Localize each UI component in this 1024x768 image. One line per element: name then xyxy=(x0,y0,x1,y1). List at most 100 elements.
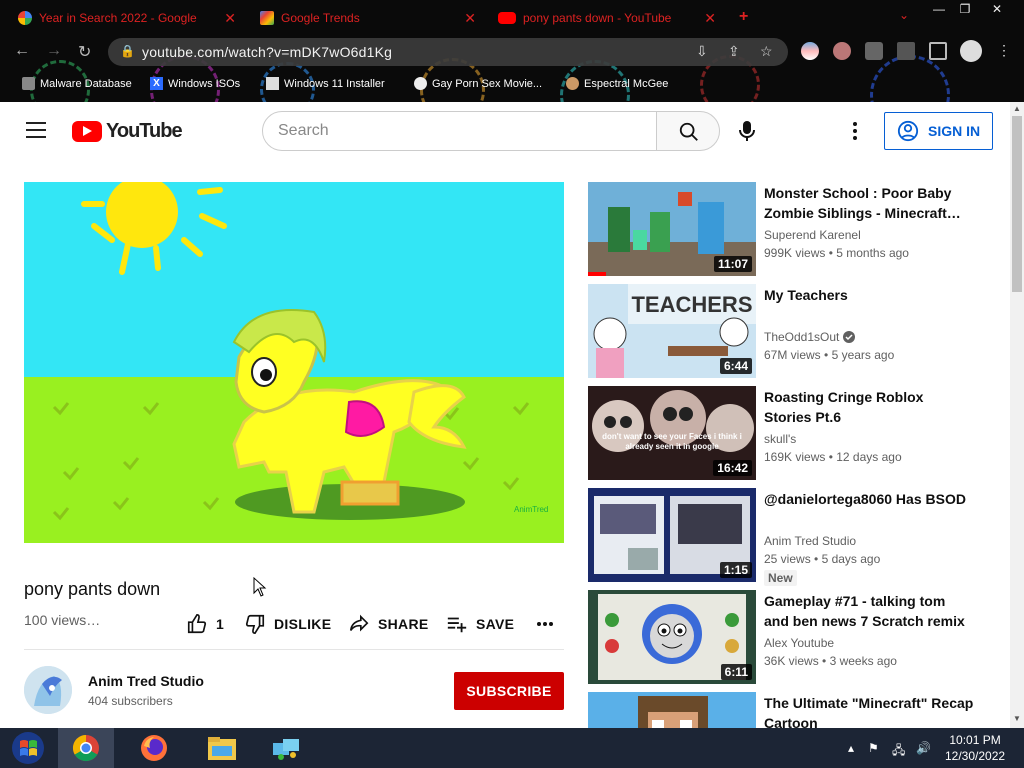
close-tab-icon[interactable]: ✕ xyxy=(464,10,476,27)
scroll-down-icon[interactable]: ▼ xyxy=(1013,714,1021,723)
channel-label: Anim Tred Studio xyxy=(764,534,857,548)
x-icon: X xyxy=(150,77,163,90)
page-scrollbar[interactable]: ▲ ▼ xyxy=(1010,102,1024,728)
subscribe-button[interactable]: SUBSCRIBE xyxy=(454,672,564,710)
video-thumbnail[interactable] xyxy=(588,692,756,728)
recommended-title[interactable]: @danielortega8060 Has BSOD xyxy=(764,489,974,509)
search-input[interactable] xyxy=(278,122,638,140)
clock-date: 12/30/2022 xyxy=(945,749,1006,763)
search-button[interactable] xyxy=(656,111,720,151)
side-panel-icon[interactable] xyxy=(929,42,947,60)
dislike-button[interactable]: DISLIKE xyxy=(244,613,331,635)
scrollbar-thumb[interactable] xyxy=(1012,116,1022,292)
recommended-channel[interactable]: Anim Tred Studio xyxy=(764,534,856,548)
bookmark-espectral-mcgee[interactable]: Espectral McGee xyxy=(566,77,668,90)
browser-menu-icon[interactable]: ⋮ xyxy=(997,42,1011,59)
recommended-video[interactable]: 1:15 @danielortega8060 Has BSOD Anim Tre… xyxy=(588,488,988,586)
taskbar-file-explorer[interactable] xyxy=(194,728,250,768)
save-button[interactable]: SAVE xyxy=(446,613,514,635)
recommended-title[interactable]: Roasting Cringe Roblox Stories Pt.6 xyxy=(764,387,974,427)
more-actions-button[interactable] xyxy=(536,617,554,631)
like-button[interactable]: 1 xyxy=(186,613,224,635)
voice-search-button[interactable] xyxy=(737,120,757,147)
watch-page: AnimTred pony pants down 100 views… 1 DI… xyxy=(0,160,1010,728)
video-player[interactable]: AnimTred xyxy=(24,182,564,543)
channel-avatar[interactable] xyxy=(24,666,72,714)
start-button[interactable] xyxy=(0,728,56,768)
view-count[interactable]: 100 views… xyxy=(24,612,100,628)
flag-icon[interactable]: ⚑ xyxy=(868,741,879,755)
tab-google-trends[interactable]: Google Trends ✕ xyxy=(242,6,490,30)
close-window-button[interactable]: ✕ xyxy=(980,0,1014,18)
share-arrow-icon xyxy=(349,614,369,632)
video-thumbnail[interactable]: 6:11 xyxy=(588,590,756,684)
face-icon xyxy=(566,77,579,90)
sign-in-button[interactable]: SIGN IN xyxy=(884,112,993,150)
close-tab-icon[interactable]: ✕ xyxy=(224,10,236,27)
recommended-channel[interactable]: skull's xyxy=(764,432,796,446)
dislike-label: DISLIKE xyxy=(274,616,332,632)
video-thumbnail[interactable]: TEACHERS 6:44 xyxy=(588,284,756,378)
extension-icon[interactable] xyxy=(801,42,819,60)
bookmark-windows-11-installer[interactable]: Windows 11 Installer xyxy=(266,77,385,90)
video-duration: 6:11 xyxy=(720,664,752,680)
share-icon[interactable]: ⇪ xyxy=(728,43,740,60)
screen: Year in Search 2022 - Google ✕ Google Tr… xyxy=(0,0,1024,768)
share-label: SHARE xyxy=(378,616,429,632)
lock-icon[interactable]: 🔒 xyxy=(120,44,135,58)
recommended-channel[interactable]: Alex Youtube xyxy=(764,636,834,650)
back-icon[interactable]: ← xyxy=(14,42,30,60)
firefox-icon xyxy=(141,735,167,761)
video-thumbnail[interactable]: 11:07 xyxy=(588,182,756,276)
recommended-title[interactable]: The Ultimate "Minecraft" Recap Cartoon xyxy=(764,693,974,728)
tab-search-icon[interactable]: ⌄ xyxy=(899,8,909,22)
tab-year-in-search[interactable]: Year in Search 2022 - Google ✕ xyxy=(0,6,246,30)
close-tab-icon[interactable]: ✕ xyxy=(704,10,716,27)
bookmark-malware-database[interactable]: Malware Database xyxy=(22,77,132,90)
share-button[interactable]: SHARE xyxy=(348,613,429,635)
tab-pony-pants-down[interactable]: pony pants down - YouTube ✕ xyxy=(480,6,726,30)
video-thumbnail[interactable]: 1:15 xyxy=(588,488,756,582)
search-box xyxy=(262,111,657,151)
volume-icon[interactable]: 🔊 xyxy=(916,741,931,755)
recommended-title[interactable]: My Teachers xyxy=(764,285,974,305)
youtube-logo[interactable]: YouTube xyxy=(72,120,183,143)
recommended-video[interactable]: 6:11 Gameplay #71 - talking tom and ben … xyxy=(588,590,988,684)
video-thumbnail[interactable]: don't want to see your Faces i think i a… xyxy=(588,386,756,480)
bookmark-site[interactable]: Gay Porn Sex Movie... xyxy=(414,77,542,90)
scroll-up-icon[interactable]: ▲ xyxy=(1013,104,1021,113)
recommended-video[interactable]: 11:07 Monster School : Poor Baby Zombie … xyxy=(588,182,988,276)
profile-avatar[interactable] xyxy=(960,40,982,62)
reload-icon[interactable]: ↻ xyxy=(78,42,91,62)
bookmark-windows-isos[interactable]: X Windows ISOs xyxy=(150,77,240,90)
install-app-icon[interactable]: ⇩ xyxy=(696,43,708,60)
recommended-views: 25 views xyxy=(764,552,811,566)
recommended-video[interactable]: don't want to see your Faces i think i a… xyxy=(588,386,988,480)
taskbar-chrome[interactable] xyxy=(58,728,114,768)
restore-button[interactable]: ❐ xyxy=(948,0,982,18)
puzzle-icon[interactable] xyxy=(865,42,883,60)
network-icon[interactable]: 🖧 xyxy=(892,741,905,762)
recommended-channel[interactable]: TheOdd1sOut xyxy=(764,330,856,344)
recommended-channel[interactable]: Superend Karenel xyxy=(764,228,861,242)
recommended-video[interactable]: The Ultimate "Minecraft" Recap Cartoon xyxy=(588,692,988,728)
forward-icon[interactable]: → xyxy=(46,42,62,60)
windows-taskbar: ▴ ⚑ 🖧 🔊 10:01 PM 12/30/2022 xyxy=(0,728,1024,768)
bookmark-star-icon[interactable]: ☆ xyxy=(760,43,773,60)
extension-icon[interactable] xyxy=(833,42,851,60)
media-icon[interactable] xyxy=(897,42,915,60)
recommended-video[interactable]: TEACHERS 6:44 My Teachers TheOdd1sOut 67… xyxy=(588,284,988,378)
taskbar-firefox[interactable] xyxy=(126,728,182,768)
recommended-age: 5 days ago xyxy=(821,552,881,566)
taskbar-network-app[interactable] xyxy=(258,728,314,768)
recommended-title[interactable]: Monster School : Poor Baby Zombie Siblin… xyxy=(764,183,974,223)
settings-menu-icon[interactable] xyxy=(851,121,859,146)
recommended-title[interactable]: Gameplay #71 - talking tom and ben news … xyxy=(764,591,974,631)
address-bar[interactable]: 🔒 youtube.com/watch?v=mDK7wO6d1Kg ⇩ ⇪ ☆ xyxy=(108,38,788,66)
channel-name[interactable]: Anim Tred Studio xyxy=(88,673,204,689)
menu-icon[interactable] xyxy=(26,122,46,138)
url-text[interactable]: youtube.com/watch?v=mDK7wO6d1Kg xyxy=(142,44,392,60)
show-hidden-icons[interactable]: ▴ xyxy=(848,741,854,755)
system-clock[interactable]: 10:01 PM 12/30/2022 xyxy=(945,732,1005,764)
new-tab-button[interactable]: + xyxy=(739,8,748,26)
